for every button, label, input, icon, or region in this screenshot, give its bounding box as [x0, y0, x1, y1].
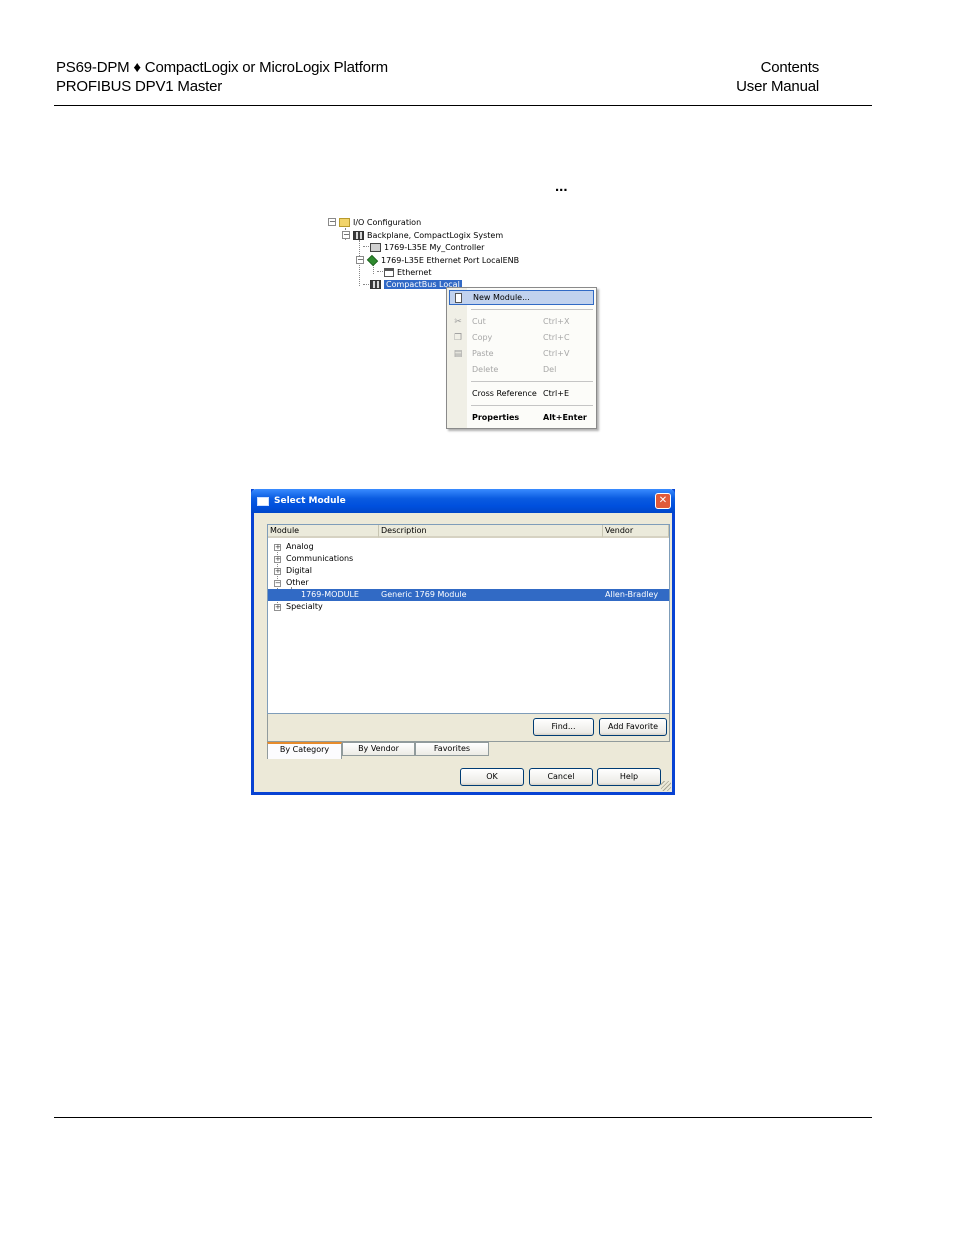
add-favorite-button[interactable]: Add Favorite — [599, 718, 667, 736]
list-item-other[interactable]: − Other — [268, 577, 669, 589]
rack-icon — [353, 230, 364, 240]
menu-item-shortcut: Del — [543, 365, 557, 374]
folder-icon — [339, 217, 350, 227]
cancel-button[interactable]: Cancel — [529, 768, 593, 786]
cut-icon: ✂ — [454, 316, 462, 327]
menu-item-label: Delete — [472, 365, 499, 374]
header-right: Contents User Manual — [736, 58, 819, 96]
context-menu: New Module... ✂ Cut Ctrl+X ❐ Copy Ctrl+C… — [446, 287, 597, 429]
tree-node-label: I/O Configuration — [353, 217, 422, 227]
module-name: 1769-MODULE — [301, 590, 359, 599]
column-header-description[interactable]: Description — [379, 525, 603, 538]
menu-item-cut[interactable]: ✂ Cut Ctrl+X — [449, 314, 594, 329]
list-button-panel: Find... Add Favorite — [267, 714, 670, 742]
io-configuration-tree: − I/O Configuration − Backplane, Compact… — [326, 214, 626, 294]
module-name: Digital — [286, 566, 312, 575]
select-module-dialog: Select Module ✕ Module Description Vendo… — [251, 489, 675, 795]
menu-item-paste[interactable]: ▤ Paste Ctrl+V — [449, 346, 594, 361]
copy-icon: ❐ — [453, 332, 463, 343]
module-description: Generic 1769 Module — [381, 590, 467, 599]
ellipsis-text: ... — [555, 178, 568, 195]
menu-item-label: Paste — [472, 349, 494, 358]
tree-node-controller[interactable]: 1769-L35E My_Controller — [370, 241, 484, 253]
list-item-digital[interactable]: + Digital — [268, 565, 669, 577]
menu-item-label: Properties — [472, 413, 520, 422]
document-subtitle: PROFIBUS DPV1 Master — [56, 78, 223, 95]
tree-node-backplane[interactable]: − Backplane, CompactLogix System — [342, 229, 503, 241]
close-button[interactable]: ✕ — [655, 493, 671, 509]
ok-button[interactable]: OK — [460, 768, 524, 786]
module-name: Analog — [286, 542, 314, 551]
tree-node-label: Ethernet — [397, 267, 432, 277]
list-item-communications[interactable]: + Communications — [268, 553, 669, 565]
collapse-icon[interactable]: − — [274, 580, 281, 587]
header-left: PS69-DPM ♦ CompactLogix or MicroLogix Pl… — [56, 58, 388, 96]
menu-item-label: Copy — [472, 333, 493, 342]
column-header-vendor[interactable]: Vendor — [603, 525, 669, 538]
network-icon — [384, 267, 394, 277]
menu-item-shortcut: Alt+Enter — [543, 413, 587, 422]
module-name: Other — [286, 578, 309, 587]
collapse-icon[interactable]: − — [328, 218, 336, 226]
module-name: Specialty — [286, 602, 323, 611]
tab-by-vendor[interactable]: By Vendor — [342, 742, 415, 756]
menu-item-label: Cross Reference — [472, 389, 537, 398]
tab-favorites[interactable]: Favorites — [415, 742, 489, 756]
find-button[interactable]: Find... — [533, 718, 594, 736]
menu-item-copy[interactable]: ❐ Copy Ctrl+C — [449, 330, 594, 345]
rack-icon — [370, 279, 381, 289]
menu-item-shortcut: Ctrl+E — [543, 389, 569, 398]
menu-item-properties[interactable]: Properties Alt+Enter — [449, 410, 594, 425]
tree-node-ethernet-port[interactable]: − 1769-L35E Ethernet Port LocalENB — [356, 254, 519, 266]
resize-grip-icon[interactable] — [661, 781, 671, 791]
menu-item-shortcut: Ctrl+C — [543, 333, 570, 342]
tree-node-label: Backplane, CompactLogix System — [367, 230, 504, 240]
expand-icon[interactable]: + — [274, 556, 281, 563]
section-name: Contents — [760, 59, 820, 76]
menu-item-label: New Module... — [473, 293, 530, 302]
menu-separator — [471, 405, 593, 406]
new-module-icon — [455, 292, 462, 303]
document-type: User Manual — [736, 78, 819, 95]
paste-icon: ▤ — [453, 348, 463, 359]
module-name: Communications — [286, 554, 354, 563]
controller-icon — [370, 242, 381, 252]
expand-icon[interactable]: + — [274, 544, 281, 551]
header-rule — [54, 105, 872, 106]
dialog-title: Select Module — [274, 496, 346, 506]
tab-by-category[interactable]: By Category — [267, 742, 342, 759]
menu-item-label: Cut — [472, 317, 486, 326]
dialog-title-bar[interactable]: Select Module ✕ — [251, 489, 675, 513]
ethernet-port-icon — [366, 254, 379, 266]
menu-separator — [471, 381, 593, 382]
footer-rule — [54, 1117, 872, 1118]
menu-item-shortcut: Ctrl+X — [543, 317, 570, 326]
menu-item-shortcut: Ctrl+V — [543, 349, 570, 358]
help-button[interactable]: Help — [597, 768, 661, 786]
collapse-icon[interactable]: − — [356, 256, 364, 264]
expand-icon[interactable]: + — [274, 604, 281, 611]
menu-item-new-module[interactable]: New Module... — [449, 290, 594, 305]
menu-separator — [471, 309, 593, 310]
list-item-1769-module[interactable]: 1769-MODULE Generic 1769 Module Allen-Br… — [268, 589, 669, 601]
tree-node-label: 1769-L35E My_Controller — [384, 242, 485, 252]
document-title: PS69-DPM ♦ CompactLogix or MicroLogix Pl… — [56, 59, 388, 76]
menu-item-cross-reference[interactable]: Cross Reference Ctrl+E — [449, 386, 594, 401]
collapse-icon[interactable]: − — [342, 231, 350, 239]
module-list[interactable]: Module Description Vendor + Analog + Com… — [267, 524, 670, 714]
list-item-specialty[interactable]: + Specialty — [268, 601, 669, 613]
tree-node-ethernet[interactable]: Ethernet — [384, 266, 431, 278]
menu-item-delete[interactable]: Delete Del — [449, 362, 594, 377]
column-header-module[interactable]: Module — [268, 525, 379, 538]
window-icon — [257, 496, 269, 506]
tree-node-io-configuration[interactable]: − I/O Configuration — [328, 216, 421, 228]
tree-node-label: 1769-L35E Ethernet Port LocalENB — [381, 255, 520, 265]
list-item-analog[interactable]: + Analog — [268, 541, 669, 553]
module-vendor: Allen-Bradley — [605, 590, 659, 599]
tree-connector — [377, 271, 383, 272]
expand-icon[interactable]: + — [274, 568, 281, 575]
